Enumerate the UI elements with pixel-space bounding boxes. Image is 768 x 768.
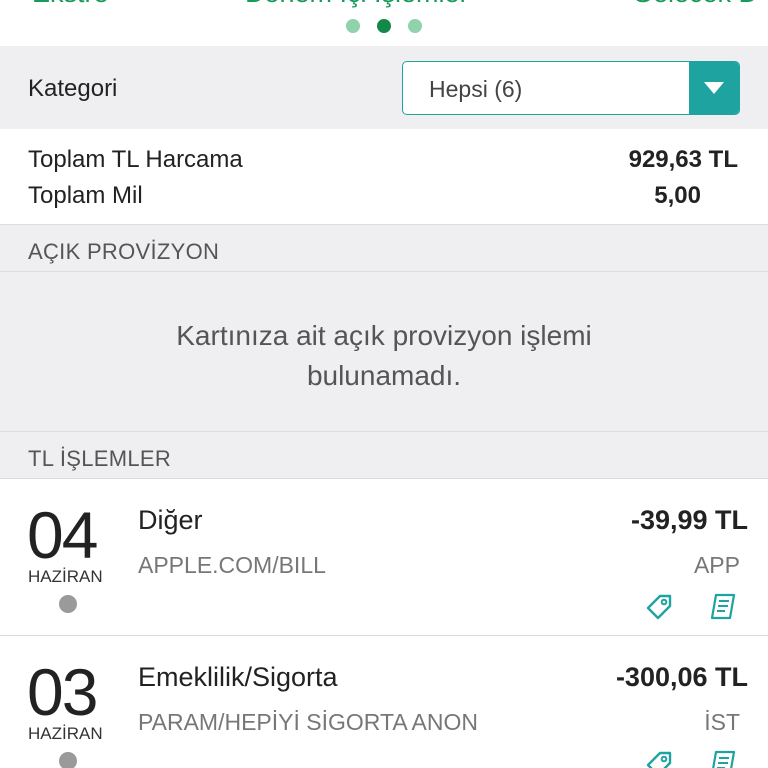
status-dot: [59, 595, 77, 613]
page-indicator: [346, 19, 422, 33]
receipt-icon[interactable]: [707, 591, 739, 623]
tag-icon[interactable]: [643, 591, 675, 623]
section-tl-transactions: TL İŞLEMLER: [0, 432, 768, 479]
page-dot-active: [377, 19, 391, 33]
empty-provision-state: Kartınıza ait açık provizyon işlemi bulu…: [0, 272, 768, 432]
section-title: AÇIK PROVİZYON: [28, 239, 220, 264]
receipt-icon[interactable]: [707, 748, 739, 768]
page-dot: [346, 19, 360, 33]
empty-message: Kartınıza ait açık provizyon işlemi bulu…: [176, 320, 592, 391]
page-dot: [408, 19, 422, 33]
tab-upcoming[interactable]: Gelecek D: [632, 0, 758, 9]
tag-icon[interactable]: [643, 748, 675, 768]
total-tl-label: Toplam TL Harcama: [28, 146, 243, 173]
transaction-category: Diğer: [138, 505, 203, 535]
total-mil-value: 5,00: [654, 182, 701, 209]
transaction-row[interactable]: 03 HAZİRAN Emeklilik/Sigorta PARAM/HEPİY…: [0, 636, 768, 768]
chevron-down-icon: [704, 82, 724, 94]
transaction-row[interactable]: 04 HAZİRAN Diğer APPLE.COM/BILL -39,99 T…: [0, 479, 768, 636]
category-label: Kategori: [28, 75, 118, 102]
section-open-provision: AÇIK PROVİZYON: [0, 225, 768, 272]
transaction-day: 03: [27, 655, 98, 729]
transaction-merchant: PARAM/HEPİYİ SİGORTA ANON: [138, 709, 478, 735]
total-mil-label: Toplam Mil: [28, 182, 143, 209]
category-select-value: Hepsi (6): [429, 76, 523, 102]
tab-current-period[interactable]: Dönem İçi İşlemler: [245, 0, 469, 9]
totals-summary: Toplam TL Harcama 929,63 TL Toplam Mil 5…: [0, 129, 768, 225]
transaction-month: HAZİRAN: [28, 724, 103, 743]
section-title: TL İŞLEMLER: [28, 446, 172, 471]
category-filter-bar: Kategori Hepsi (6): [0, 46, 768, 129]
transaction-month: HAZİRAN: [28, 567, 103, 586]
transaction-amount: -39,99 TL: [630, 505, 748, 535]
transaction-place: APP: [693, 552, 740, 578]
dropdown-button[interactable]: [689, 62, 739, 114]
transaction-amount: -300,06 TL: [615, 662, 748, 692]
transaction-day: 04: [27, 498, 98, 572]
tab-statement[interactable]: Ekstre: [32, 0, 109, 9]
page-pager: Ekstre Dönem İçi İşlemler Gelecek D: [0, 0, 768, 46]
transaction-merchant: APPLE.COM/BILL: [138, 552, 326, 578]
transaction-place: İST: [704, 709, 740, 735]
total-tl-value: 929,63 TL: [628, 146, 738, 173]
status-dot: [59, 752, 77, 768]
transaction-category: Emeklilik/Sigorta: [138, 662, 338, 692]
category-select[interactable]: Hepsi (6): [402, 61, 740, 115]
